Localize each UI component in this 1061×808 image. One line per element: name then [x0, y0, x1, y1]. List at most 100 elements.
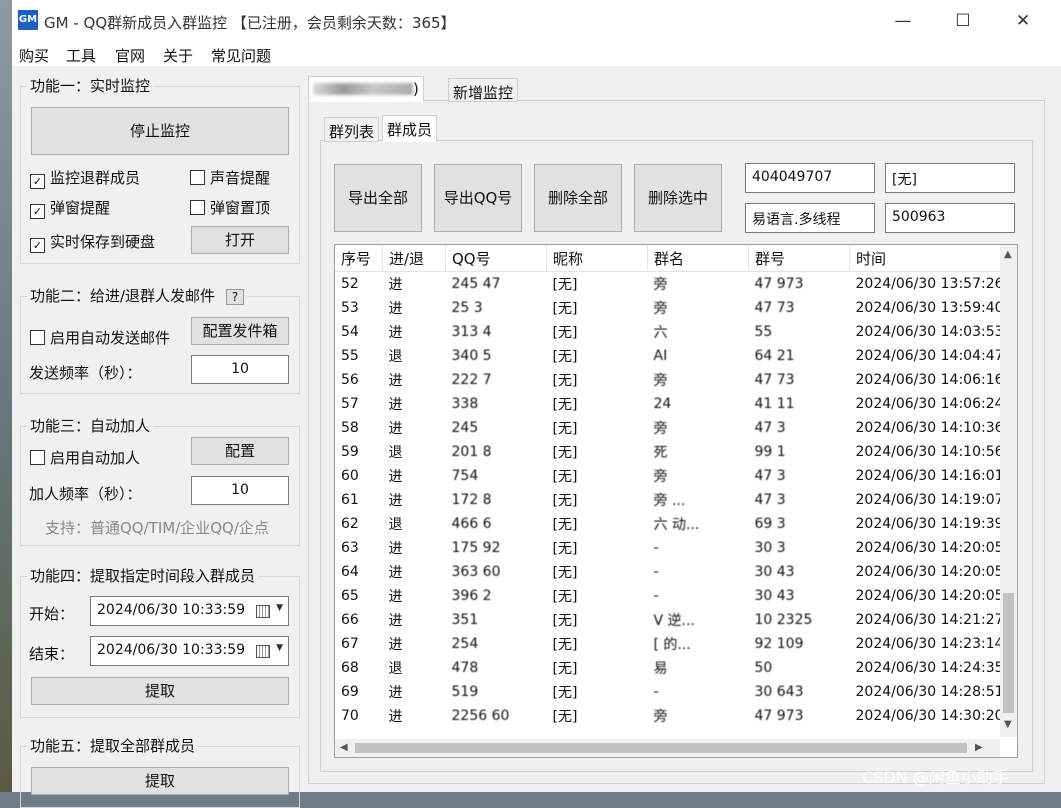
cell-direction: 进	[388, 373, 403, 389]
table-row[interactable]: 52 进 245 47 [无] 旁 47 973 2024/06/30 13:57:26	[335, 272, 1010, 297]
cell-group-number: 47 973	[754, 276, 804, 292]
cell-group-number: 47 3	[754, 492, 786, 508]
extract-range-button[interactable]: 提取	[31, 677, 289, 705]
checkbox-checked-icon: ✓	[30, 238, 45, 253]
config-mailbox-button[interactable]: 配置发件箱	[191, 317, 289, 345]
table-row[interactable]: 60 进 754 [无] 旁 47 3 2024/06/30 14:16:01	[335, 464, 1010, 488]
checkbox-label: 弹窗提醒	[50, 199, 111, 217]
column-header-group-name[interactable]: 群名	[647, 245, 749, 272]
chevron-down-icon[interactable]: ▼	[276, 643, 283, 653]
tab-group-list[interactable]: 群列表	[324, 117, 380, 142]
vertical-scroll-thumb[interactable]	[1003, 593, 1014, 713]
group-name-field[interactable]: 易语言.多线程	[745, 203, 875, 233]
scroll-up-icon[interactable]: ▲	[1004, 249, 1012, 260]
table-row[interactable]: 56 进 222 7 [无] 旁 47 73 2024/06/30 14:06:16	[335, 368, 1010, 392]
checkbox-auto-add[interactable]: 启用自动加人	[30, 447, 140, 468]
table-row[interactable]: 59 退 201 8 [无] 死 99 1 2024/06/30 14:10:56	[335, 440, 1010, 464]
start-datetime-picker[interactable]: 2024/06/30 10:33:59 ▼	[90, 596, 289, 626]
calendar-icon[interactable]	[256, 645, 270, 658]
checkbox-label: 弹窗置顶	[210, 199, 271, 217]
delete-selected-button[interactable]: 删除选中	[634, 164, 722, 232]
cell-direction: 进	[388, 709, 403, 725]
extract-all-button[interactable]: 提取	[31, 767, 289, 795]
vertical-scrollbar[interactable]: ▲ ▼	[1000, 245, 1017, 737]
tab-add-monitor[interactable]: 新增监控	[448, 78, 519, 102]
table-row[interactable]: 66 进 351 [无] V 逆... 10 2325 2024/06/30 14:21:…	[335, 608, 1010, 632]
cell-index: 62	[341, 516, 359, 532]
checkbox-popup-topmost[interactable]: 弹窗置顶	[190, 197, 270, 218]
cell-index: 58	[341, 420, 359, 436]
start-datetime-value: 2024/06/30 10:33:59	[97, 602, 246, 618]
cell-group-number: 10 2325	[754, 612, 813, 628]
cell-nickname: [无]	[552, 325, 578, 341]
cell-time: 2024/06/30 14:04:47	[855, 348, 1004, 364]
table-row[interactable]: 57 进 338 [无] 24 41 11 2024/06/30 14:06:24	[335, 392, 1010, 416]
checkbox-realtime-save[interactable]: ✓ 实时保存到硬盘	[30, 231, 155, 253]
tab-monitored-group[interactable]: )	[308, 76, 424, 102]
help-button[interactable]: ?	[225, 289, 245, 305]
horizontal-scrollbar[interactable]: ◀ ▶	[335, 739, 1000, 757]
table-row[interactable]: 61 进 172 8 [无] 旁 ... 47 3 2024/06/30 14:19:07	[335, 488, 1010, 512]
table-row[interactable]: 55 退 340 5 [无] AI 64 21 2024/06/30 14:04:47	[335, 344, 1010, 368]
table-row[interactable]: 58 进 245 [无] 旁 47 3 2024/06/30 14:10:36	[335, 416, 1010, 440]
table-row[interactable]: 70 进 2256 60 [无] 旁 47 973 2024/06/30 14:30:20	[335, 704, 1010, 728]
table-row[interactable]: 63 进 175 92 [无] - 30 3 2024/06/30 14:20:05	[335, 536, 1010, 560]
close-button[interactable]: ✕	[1008, 8, 1038, 34]
table-row[interactable]: 68 退 478 [无] 易 50 2024/06/30 14:24:35	[335, 656, 1010, 680]
checkbox-sound-alert[interactable]: 声音提醒	[190, 167, 270, 188]
members-table[interactable]: 序号 进/退 QQ号 昵称 群名 群号 时间 52 进 245 47 [无] 旁 47 …	[334, 244, 1018, 758]
end-datetime-picker[interactable]: 2024/06/30 10:33:59 ▼	[90, 636, 289, 666]
window-title: GM - QQ群新成员入群监控 【已注册，会员剩余天数：365】	[44, 14, 456, 32]
minimize-button[interactable]: —	[888, 8, 918, 34]
group-number-field[interactable]: 500963	[885, 203, 1015, 233]
group-auto-add: 功能三：自动加人 启用自动加人 配置 加人频率（秒）： 10 支持：普通QQ/T…	[20, 415, 300, 546]
cell-time: 2024/06/30 14:16:01	[855, 468, 1004, 484]
menu-tools[interactable]: 工具	[66, 45, 96, 66]
maximize-button[interactable]: ☐	[948, 8, 978, 34]
column-header-qq[interactable]: QQ号	[445, 245, 547, 272]
checkbox-label: 监控退群成员	[50, 169, 141, 187]
table-row[interactable]: 65 进 396 2 [无] - 30 43 2024/06/30 14:20:05	[335, 584, 1010, 608]
column-header-direction[interactable]: 进/退	[382, 245, 446, 272]
scroll-down-icon[interactable]: ▼	[1004, 719, 1012, 730]
menu-about[interactable]: 关于	[163, 45, 193, 66]
menu-faq[interactable]: 常见问题	[211, 45, 271, 66]
column-header-index[interactable]: 序号	[335, 245, 383, 272]
calendar-icon[interactable]	[256, 605, 270, 618]
table-row[interactable]: 69 进 519 [无] - 30 643 2024/06/30 14:28:51	[335, 680, 1010, 704]
delete-all-button[interactable]: 删除全部	[534, 164, 622, 232]
checkbox-popup-alert[interactable]: ✓ 弹窗提醒	[30, 197, 110, 219]
tab-group-members[interactable]: 群成员	[382, 115, 438, 142]
open-button[interactable]: 打开	[191, 226, 289, 254]
scroll-left-icon[interactable]: ◀	[340, 742, 348, 753]
column-header-nickname[interactable]: 昵称	[546, 245, 648, 272]
horizontal-scroll-thumb[interactable]	[355, 743, 967, 753]
send-frequency-input[interactable]: 10	[191, 355, 289, 384]
table-row[interactable]: 53 进 25 3 [无] 旁 47 73 2024/06/30 13:59:40	[335, 296, 1010, 320]
table-row[interactable]: 62 退 466 6 [无] 六 动... 69 3 2024/06/30 14:19:39	[335, 512, 1010, 536]
scroll-right-icon[interactable]: ▶	[975, 742, 983, 753]
config-auto-add-button[interactable]: 配置	[191, 437, 289, 465]
chevron-down-icon[interactable]: ▼	[276, 603, 283, 613]
nickname-field[interactable]: [无]	[885, 163, 1015, 193]
cell-group-number: 47 3	[754, 420, 786, 436]
menu-website[interactable]: 官网	[115, 45, 145, 66]
checkbox-monitor-leave[interactable]: ✓ 监控退群成员	[30, 167, 140, 189]
stop-monitor-button[interactable]: 停止监控	[31, 107, 289, 155]
qq-number-field[interactable]: 404049707	[745, 163, 875, 193]
table-row[interactable]: 64 进 363 60 [无] - 30 43 2024/06/30 14:20:05	[335, 560, 1010, 584]
checkbox-auto-mail[interactable]: 启用自动发送邮件	[30, 327, 170, 348]
export-all-button[interactable]: 导出全部	[334, 164, 422, 232]
table-row[interactable]: 67 进 254 [无] [ 的... 92 109 2024/06/30 14:23:1…	[335, 632, 1010, 656]
table-row[interactable]: 54 进 313 4 [无] 六 55 2024/06/30 14:03:53	[335, 320, 1010, 344]
column-header-time[interactable]: 时间	[849, 245, 1011, 272]
cell-group-number: 30 43	[754, 564, 795, 580]
group-email: 功能二：给进/退群人发邮件 ? 启用自动发送邮件 配置发件箱 发送频率（秒）： …	[20, 285, 300, 394]
column-header-group-number[interactable]: 群号	[748, 245, 850, 272]
cell-group-name: [ 的...	[653, 637, 691, 653]
export-qq-button[interactable]: 导出QQ号	[434, 164, 522, 232]
menu-buy[interactable]: 购买	[19, 45, 49, 66]
add-frequency-input[interactable]: 10	[191, 476, 289, 505]
cell-time: 2024/06/30 14:19:07	[855, 492, 1004, 508]
cell-group-number: 47 73	[754, 372, 795, 388]
